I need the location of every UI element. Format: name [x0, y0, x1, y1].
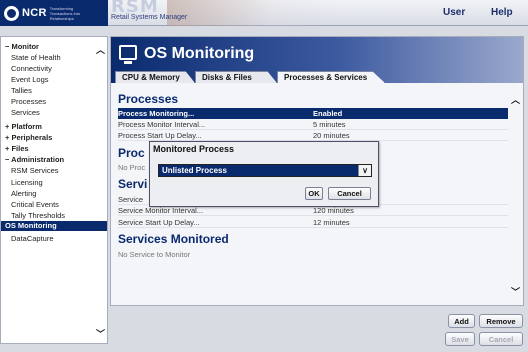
sidebar-item-services[interactable]: Services: [11, 108, 40, 117]
brand-name: NCR: [22, 7, 47, 19]
main-scroll-up-icon[interactable]: ︿: [511, 93, 520, 106]
sidebar: − Monitor State of Health Connectivity E…: [0, 36, 108, 344]
sidebar-item-datacapture[interactable]: DataCapture: [11, 234, 54, 243]
header-swoosh: [167, 0, 342, 26]
row-value: 20 minutes: [313, 131, 350, 140]
process-start-up-delay-row[interactable]: Process Start Up Delay... 20 minutes: [118, 130, 508, 141]
sidebar-item-event-logs[interactable]: Event Logs: [11, 75, 49, 84]
tab-disks-files[interactable]: Disks & Files: [195, 71, 277, 83]
monitored-process-dialog: Monitored Process Unlisted Process ∨ OK …: [149, 141, 379, 207]
row-label: Process Monitoring...: [118, 109, 195, 118]
sidebar-item-critical-events[interactable]: Critical Events: [11, 200, 59, 209]
row-label: No Service to Monitor: [118, 250, 191, 259]
row-label: No Proc: [118, 163, 146, 172]
monitor-icon: [119, 45, 137, 64]
row-label: Service Start Up Delay...: [118, 218, 200, 227]
process-monitoring-row[interactable]: Process Monitoring... Enabled: [118, 108, 508, 119]
sidebar-scroll-down-icon[interactable]: ﹀: [96, 327, 105, 340]
process-select[interactable]: Unlisted Process ∨: [158, 164, 372, 177]
row-label: Process Start Up Delay...: [118, 131, 202, 140]
sidebar-group-files[interactable]: + Files: [5, 144, 29, 153]
sidebar-item-state-of-health[interactable]: State of Health: [11, 53, 61, 62]
sidebar-group-peripherals[interactable]: + Peripherals: [5, 133, 52, 142]
ncr-logo-icon: [4, 5, 19, 21]
tab-cpu-memory[interactable]: CPU & Memory: [115, 71, 195, 83]
main-header: OS Monitoring CPU & Memory Disks & Files…: [111, 37, 523, 83]
top-bar: NCR Transforming Transactions into Relat…: [0, 0, 528, 26]
dialog-ok-button[interactable]: OK: [305, 187, 323, 200]
sidebar-item-processes[interactable]: Processes: [11, 97, 46, 106]
processes-section-title: Processes: [118, 92, 179, 106]
sidebar-item-alerting[interactable]: Alerting: [11, 189, 36, 198]
sidebar-item-rsm-services[interactable]: RSM Services: [11, 166, 59, 175]
main-scroll-down-icon[interactable]: ﹀: [511, 285, 520, 298]
row-value: 5 minutes: [313, 120, 346, 129]
tab-processes-services[interactable]: Processes & Services: [277, 71, 385, 83]
add-button[interactable]: Add: [448, 314, 475, 328]
dialog-title: Monitored Process: [153, 144, 235, 154]
row-label: Service: [118, 195, 144, 204]
dialog-cancel-button[interactable]: Cancel: [328, 187, 371, 200]
remove-button[interactable]: Remove: [479, 314, 523, 328]
sidebar-item-os-monitoring[interactable]: OS Monitoring: [1, 221, 107, 231]
sidebar-scroll-up-icon[interactable]: ︿: [96, 43, 105, 56]
cancel-button[interactable]: Cancel: [479, 332, 523, 346]
services-monitored-note: No Service to Monitor: [118, 249, 508, 260]
user-link[interactable]: User: [443, 7, 465, 18]
sidebar-group-monitor[interactable]: − Monitor: [5, 42, 39, 51]
process-select-value: Unlisted Process: [162, 166, 227, 175]
product-subtitle: Retail Systems Manager: [111, 14, 188, 21]
processes-monitored-section-title: Proc: [118, 146, 145, 160]
row-value: 12 minutes: [313, 218, 350, 227]
service-start-up-delay-row[interactable]: Service Start Up Delay... 12 minutes: [118, 217, 508, 228]
ncr-logo: NCR Transforming Transactions into Relat…: [0, 0, 108, 26]
help-link[interactable]: Help: [491, 7, 513, 18]
sidebar-item-connectivity[interactable]: Connectivity: [11, 64, 52, 73]
save-button[interactable]: Save: [445, 332, 475, 346]
row-label: Process Monitor Interval...: [118, 120, 206, 129]
sidebar-group-administration[interactable]: − Administration: [5, 155, 64, 164]
services-monitored-section-title: Services Monitored: [118, 232, 229, 246]
page-title: OS Monitoring: [144, 45, 255, 62]
chevron-down-icon[interactable]: ∨: [358, 165, 371, 176]
sidebar-item-tally-thresholds[interactable]: Tally Thresholds: [11, 211, 65, 220]
sidebar-item-licensing[interactable]: Licensing: [11, 178, 43, 187]
row-value: Enabled: [313, 109, 343, 118]
sidebar-group-platform[interactable]: + Platform: [5, 122, 42, 131]
process-monitor-interval-row[interactable]: Process Monitor Interval... 5 minutes: [118, 119, 508, 130]
services-section-title: Servi: [118, 177, 148, 191]
brand-tagline: Transforming Transactions into Relations…: [49, 5, 81, 21]
product-logo: RSM Retail Systems Manager: [109, 0, 342, 26]
sidebar-item-tallies[interactable]: Tallies: [11, 86, 32, 95]
